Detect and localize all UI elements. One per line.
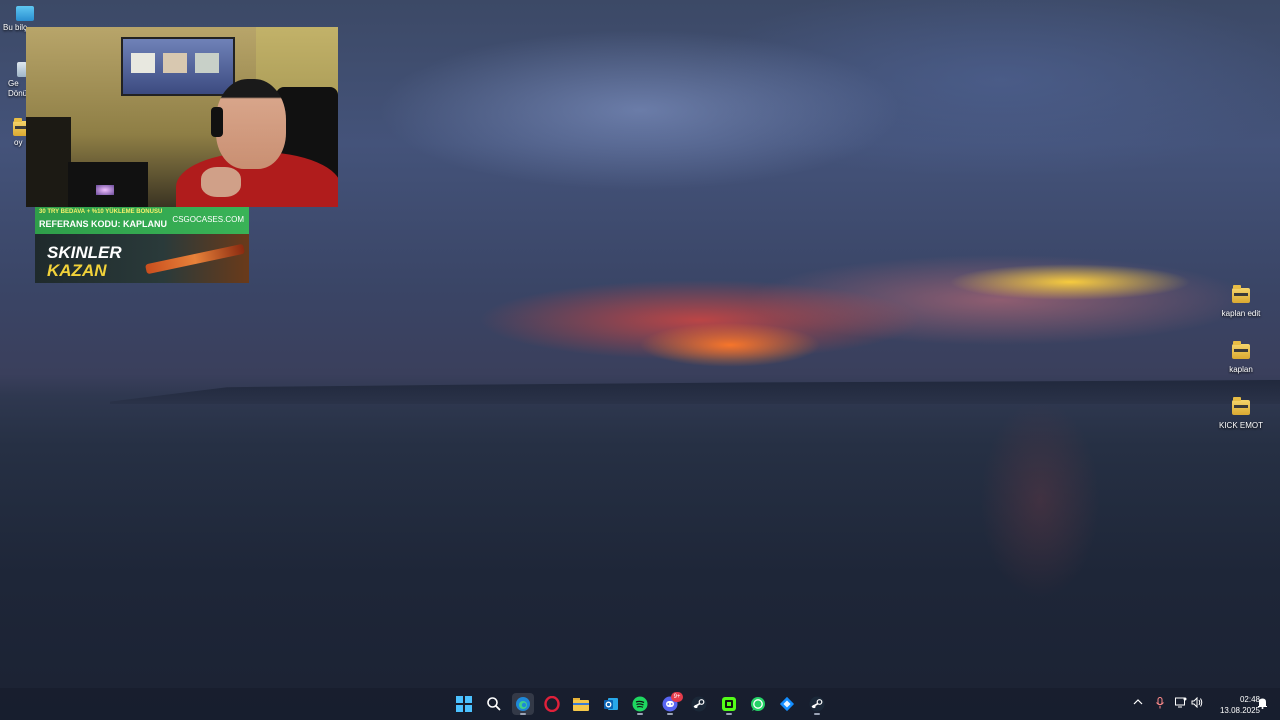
- microphone-icon: [1156, 697, 1164, 709]
- computer-icon: [16, 6, 34, 21]
- taskbar-app-edge[interactable]: [512, 693, 534, 715]
- sponsor-referral-code: REFERANS KODU: KAPLANU: [39, 219, 167, 229]
- search-button[interactable]: [483, 693, 505, 715]
- spotify-icon: [632, 696, 648, 712]
- speaker-icon: [1191, 696, 1203, 709]
- desktop-icon-label: kaplan edit: [1221, 309, 1261, 318]
- desktop-icon-kick-emot[interactable]: KICK EMOT: [1211, 397, 1271, 430]
- bell-icon: [1257, 698, 1267, 709]
- discord-badge: 9+: [671, 692, 683, 702]
- network-icon: [1175, 697, 1187, 708]
- notifications-button[interactable]: [1255, 697, 1269, 711]
- folder-icon: [1232, 285, 1250, 303]
- webcam-overlay: [26, 27, 338, 207]
- taskbar-app-steam-2[interactable]: [806, 693, 828, 715]
- chevron-up-icon: [1133, 699, 1143, 705]
- steam-icon: [691, 696, 707, 712]
- webcam-shelf: [121, 37, 235, 96]
- clock-time: 02:48: [1239, 695, 1260, 704]
- taskbar-app-whatsapp[interactable]: [747, 693, 769, 715]
- desktop-icon-kaplan[interactable]: kaplan: [1211, 341, 1271, 374]
- folder-icon: [573, 698, 589, 711]
- microphone-button[interactable]: [1153, 697, 1167, 711]
- battlenet-icon: [779, 696, 795, 712]
- sponsor-banner: 30 TRY BEDAVA + %10 YÜKLEME BONUSU REFER…: [35, 207, 249, 283]
- taskbar-app-kick[interactable]: [718, 693, 740, 715]
- taskbar-app-opera[interactable]: [541, 693, 563, 715]
- windows-logo-icon: [456, 696, 472, 712]
- desktop-icon-label: KICK EMOT: [1218, 421, 1263, 430]
- kick-icon: [722, 697, 736, 711]
- webcam-headset: [211, 107, 223, 137]
- running-indicator: [667, 713, 673, 715]
- taskbar-app-file-explorer[interactable]: [570, 693, 592, 715]
- running-indicator: [637, 713, 643, 715]
- desktop-icon-label: kaplan: [1229, 365, 1253, 374]
- volume-button[interactable]: [1190, 696, 1204, 711]
- steam-icon: [809, 696, 825, 712]
- start-button[interactable]: [453, 693, 475, 715]
- folder-icon: [1232, 341, 1250, 359]
- opera-icon: [544, 696, 560, 712]
- running-indicator: [814, 713, 820, 715]
- sponsor-brand: CSGOCASES.COM: [172, 215, 244, 224]
- network-button[interactable]: [1174, 697, 1188, 711]
- running-indicator: [520, 713, 526, 715]
- webcam-dark-area: [26, 117, 71, 207]
- webcam-pc-light: [96, 185, 114, 195]
- sponsor-banner-top: 30 TRY BEDAVA + %10 YÜKLEME BONUSU REFER…: [35, 207, 249, 234]
- wallpaper-sea-glow: [980, 400, 1100, 600]
- taskbar-clock[interactable]: 02:48 13.08.2025: [1204, 694, 1260, 716]
- running-indicator: [726, 713, 732, 715]
- webcam-person-head: [216, 79, 286, 169]
- desktop-icon-kaplan-edit[interactable]: kaplan edit: [1211, 285, 1271, 318]
- sponsor-promo-text: 30 TRY BEDAVA + %10 YÜKLEME BONUSU: [39, 209, 163, 215]
- folder-icon: [1232, 397, 1250, 415]
- edge-icon: [516, 697, 530, 711]
- taskbar-app-battlenet[interactable]: [776, 693, 798, 715]
- shelf-item: [163, 53, 187, 73]
- taskbar-app-outlook[interactable]: [600, 693, 622, 715]
- webcam-person-hand: [201, 167, 241, 197]
- outlook-icon: [604, 698, 618, 710]
- show-hidden-icons-button[interactable]: [1131, 697, 1145, 711]
- taskbar-app-spotify[interactable]: [629, 693, 651, 715]
- clock-date: 13.08.2025: [1219, 706, 1260, 715]
- shelf-item: [131, 53, 155, 73]
- whatsapp-icon: [751, 697, 765, 711]
- sponsor-headline-1: SKINLER: [47, 243, 122, 262]
- shelf-item: [195, 53, 219, 73]
- sponsor-headline-2: KAZAN: [47, 261, 107, 280]
- search-icon: [487, 697, 501, 711]
- taskbar-app-steam[interactable]: [688, 693, 710, 715]
